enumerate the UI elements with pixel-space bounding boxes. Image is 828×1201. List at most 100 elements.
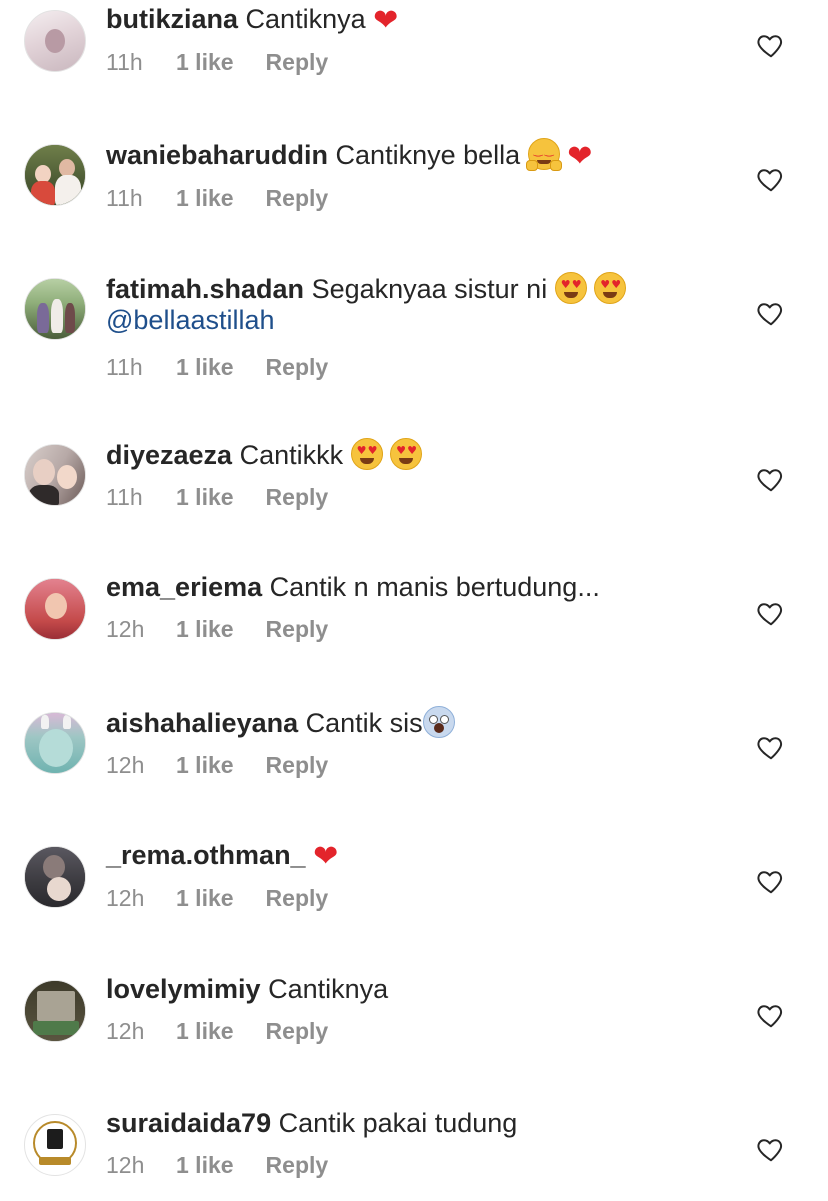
comment-item: waniebaharuddin Cantiknye bella ‿ ‿ ❤ 11h…	[0, 138, 828, 258]
emoji-eye: ♥	[407, 444, 418, 457]
avatar[interactable]	[24, 10, 86, 72]
comment-username[interactable]: butikziana	[106, 4, 238, 34]
comment-message: Cantik n manis bertudung...	[269, 572, 600, 602]
comment-username[interactable]: diyezaeza	[106, 440, 232, 470]
comment-likes[interactable]: 1 like	[176, 884, 234, 912]
comment-time: 12h	[106, 616, 145, 642]
comment-username[interactable]: aishahalieyana	[106, 708, 298, 738]
comment-item: suraidaida79 Cantik pakai tudung 12h 1 li…	[0, 1108, 828, 1201]
avatar-detail	[33, 1021, 79, 1035]
comment-text: diyezaeza Cantikkk ♥ ♥ ♥ ♥	[106, 438, 716, 471]
reply-button[interactable]: Reply	[266, 353, 329, 381]
comment-body: butikziana Cantiknya ❤ 11h 1 like Reply	[106, 4, 716, 76]
avatar-detail	[41, 715, 49, 729]
comment-message: Cantik sis	[305, 708, 423, 738]
reply-button[interactable]: Reply	[266, 48, 329, 76]
comment-meta: 12h 1 like Reply	[106, 884, 716, 912]
comment-likes[interactable]: 1 like	[176, 615, 234, 643]
comment-likes[interactable]: 1 like	[176, 1017, 234, 1045]
comment-username[interactable]: ema_eriema	[106, 572, 262, 602]
comment-username[interactable]: fatimah.shadan	[106, 274, 304, 304]
reply-button[interactable]: Reply	[266, 184, 329, 212]
reply-button[interactable]: Reply	[266, 884, 329, 912]
comment-text: suraidaida79 Cantik pakai tudung	[106, 1108, 716, 1139]
comment-message: Segaknyaa sistur ni	[311, 274, 548, 304]
emoji-eye: ♥	[367, 444, 378, 457]
hugging-face-emoji: ‿ ‿	[525, 138, 562, 171]
avatar[interactable]	[24, 846, 86, 908]
emoji-eye: ♥	[611, 278, 622, 291]
heart-outline-icon[interactable]	[756, 30, 786, 60]
comment-text: aishahalieyana Cantik sis	[106, 706, 716, 739]
avatar[interactable]	[24, 1114, 86, 1176]
heart-outline-icon[interactable]	[756, 298, 786, 328]
reply-button[interactable]: Reply	[266, 615, 329, 643]
comment-time: 12h	[106, 1152, 145, 1178]
comment-likes[interactable]: 1 like	[176, 1151, 234, 1179]
heart-outline-icon[interactable]	[756, 598, 786, 628]
avatar[interactable]	[24, 278, 86, 340]
heart-outline-icon[interactable]	[756, 732, 786, 762]
comment-username[interactable]: suraidaida79	[106, 1108, 271, 1138]
reply-button[interactable]: Reply	[266, 1017, 329, 1045]
screaming-face-emoji	[422, 706, 455, 738]
comment-text: fatimah.shadan Segaknyaa sistur ni ♥ ♥ ♥ ♥…	[106, 272, 716, 336]
reply-button[interactable]: Reply	[266, 1151, 329, 1179]
heart-outline-icon[interactable]	[756, 1000, 786, 1030]
heart-outline-icon[interactable]	[756, 1134, 786, 1164]
comment-username[interactable]: _rema.othman_	[106, 840, 306, 870]
avatar-detail	[63, 715, 71, 729]
emoji-mouth	[399, 458, 414, 464]
avatar-detail	[51, 299, 63, 333]
comment-text: ema_eriema Cantik n manis bertudung...	[106, 572, 716, 603]
avatar-detail	[39, 729, 73, 767]
comment-item: _rema.othman_ ❤ 12h 1 like Reply	[0, 840, 828, 960]
heart-outline-icon[interactable]	[756, 866, 786, 896]
comment-meta: 12h 1 like Reply	[106, 615, 716, 643]
avatar[interactable]	[24, 578, 86, 640]
comment-likes[interactable]: 1 like	[176, 751, 234, 779]
avatar-detail	[57, 465, 77, 489]
comment-likes[interactable]: 1 like	[176, 48, 234, 76]
heart-outline-icon[interactable]	[756, 164, 786, 194]
comment-item: aishahalieyana Cantik sis 12h 1 like Reply	[0, 706, 828, 826]
comment-meta: 11h 1 like Reply	[106, 353, 716, 381]
comment-username[interactable]: lovelymimiy	[106, 974, 261, 1004]
emoji-eye: ♥	[600, 278, 611, 291]
comment-meta: 12h 1 like Reply	[106, 751, 716, 779]
avatar[interactable]	[24, 144, 86, 206]
comment-item: butikziana Cantiknya ❤ 11h 1 like Reply	[0, 4, 828, 124]
comment-message: Cantiknye bella	[335, 140, 521, 170]
comment-time: 12h	[106, 885, 145, 911]
comment-likes[interactable]: 1 like	[176, 184, 234, 212]
emoji-eye: ♥	[560, 278, 571, 291]
red-heart-emoji: ❤	[567, 139, 593, 174]
reply-button[interactable]: Reply	[266, 751, 329, 779]
user-mention-link[interactable]: @bellaastillah	[106, 305, 275, 335]
emoji-hand	[525, 160, 538, 171]
comment-message: Cantiknya	[245, 4, 366, 34]
avatar-detail	[29, 485, 59, 505]
comment-likes[interactable]: 1 like	[176, 353, 234, 381]
comment-text: butikziana Cantiknya ❤	[106, 4, 716, 36]
comment-text: waniebaharuddin Cantiknye bella ‿ ‿ ❤	[106, 138, 716, 172]
heart-outline-icon[interactable]	[756, 464, 786, 494]
comment-time: 11h	[106, 354, 143, 380]
avatar-detail	[39, 1157, 71, 1165]
emoji-hand	[549, 160, 562, 171]
comment-likes[interactable]: 1 like	[176, 483, 234, 511]
avatar-detail	[43, 855, 65, 879]
comment-username[interactable]: waniebaharuddin	[106, 140, 328, 170]
avatar-detail	[37, 303, 49, 333]
comment-meta: 11h 1 like Reply	[106, 483, 716, 511]
emoji-mouth	[563, 292, 578, 298]
avatar[interactable]	[24, 980, 86, 1042]
avatar[interactable]	[24, 444, 86, 506]
reply-button[interactable]: Reply	[266, 483, 329, 511]
comment-meta: 11h 1 like Reply	[106, 48, 716, 76]
avatar[interactable]	[24, 712, 86, 774]
comment-time: 11h	[106, 49, 143, 75]
comment-time: 12h	[106, 752, 145, 778]
comment-message: Cantik pakai tudung	[278, 1108, 518, 1138]
comment-message: Cantiknya	[268, 974, 389, 1004]
